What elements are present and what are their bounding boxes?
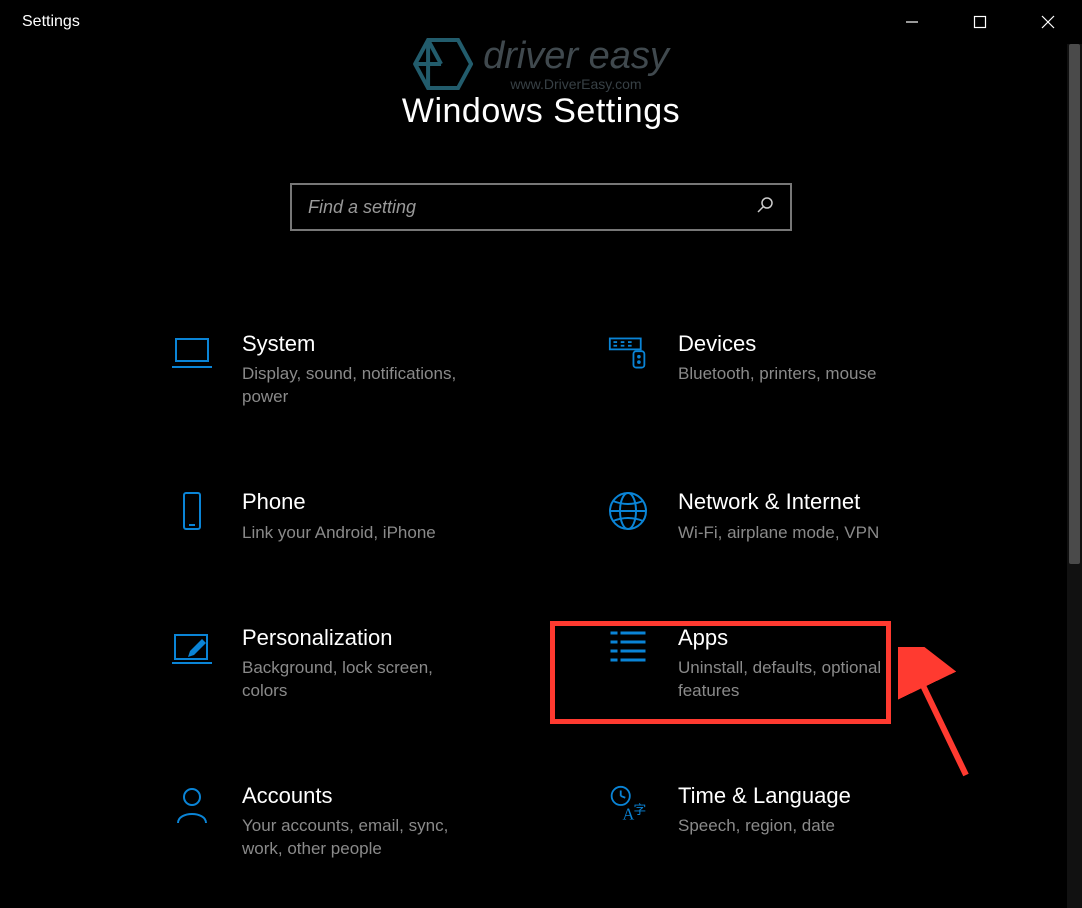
system-icon <box>170 331 214 375</box>
category-system[interactable]: System Display, sound, notifications, po… <box>170 331 500 409</box>
category-time-language[interactable]: A 字 Time & Language Speech, region, date <box>606 783 936 861</box>
watermark-url: www.DriverEasy.com <box>483 77 669 91</box>
category-title: Devices <box>678 331 876 357</box>
close-button[interactable] <box>1014 0 1082 44</box>
category-subtitle: Display, sound, notifications, power <box>242 363 482 409</box>
settings-window: Settings driver easy www.DriverEasy.com … <box>0 0 1082 908</box>
category-accounts[interactable]: Accounts Your accounts, email, sync, wor… <box>170 783 500 861</box>
category-personalization[interactable]: Personalization Background, lock screen,… <box>170 625 500 703</box>
categories-grid: System Display, sound, notifications, po… <box>0 231 1082 861</box>
category-subtitle: Wi-Fi, airplane mode, VPN <box>678 522 879 545</box>
category-subtitle: Speech, region, date <box>678 815 851 838</box>
search-box[interactable] <box>290 183 792 231</box>
category-title: Network & Internet <box>678 489 879 515</box>
search-input[interactable] <box>308 197 756 218</box>
titlebar-label: Settings <box>22 13 80 31</box>
category-title: Personalization <box>242 625 482 651</box>
category-title: Apps <box>678 625 918 651</box>
time-language-icon: A 字 <box>606 783 650 827</box>
category-title: System <box>242 331 482 357</box>
driver-easy-logo-icon <box>413 36 473 92</box>
minimize-button[interactable] <box>878 0 946 44</box>
category-apps[interactable]: Apps Uninstall, defaults, optional featu… <box>606 625 936 703</box>
category-subtitle: Background, lock screen, colors <box>242 657 482 703</box>
apps-icon <box>606 625 650 669</box>
category-title: Phone <box>242 489 436 515</box>
category-devices[interactable]: Devices Bluetooth, printers, mouse <box>606 331 936 409</box>
category-title: Accounts <box>242 783 482 809</box>
personalization-icon <box>170 625 214 669</box>
search-icon <box>756 196 774 219</box>
page-title: Windows Settings <box>0 92 1082 131</box>
svg-text:字: 字 <box>633 803 646 817</box>
category-subtitle: Uninstall, defaults, optional features <box>678 657 918 703</box>
category-phone[interactable]: Phone Link your Android, iPhone <box>170 489 500 544</box>
category-subtitle: Link your Android, iPhone <box>242 522 436 545</box>
search-wrap <box>0 183 1082 231</box>
watermark: driver easy www.DriverEasy.com <box>413 36 669 92</box>
category-subtitle: Bluetooth, printers, mouse <box>678 363 876 386</box>
category-subtitle: Your accounts, email, sync, work, other … <box>242 815 482 861</box>
maximize-button[interactable] <box>946 0 1014 44</box>
phone-icon <box>170 489 214 533</box>
scrollbar-thumb[interactable] <box>1069 44 1080 564</box>
category-title: Time & Language <box>678 783 851 809</box>
devices-icon <box>606 331 650 375</box>
titlebar: Settings <box>0 0 1082 44</box>
accounts-icon <box>170 783 214 827</box>
network-icon <box>606 489 650 533</box>
vertical-scrollbar[interactable] <box>1067 44 1082 908</box>
window-controls <box>878 0 1082 44</box>
category-network[interactable]: Network & Internet Wi-Fi, airplane mode,… <box>606 489 936 544</box>
